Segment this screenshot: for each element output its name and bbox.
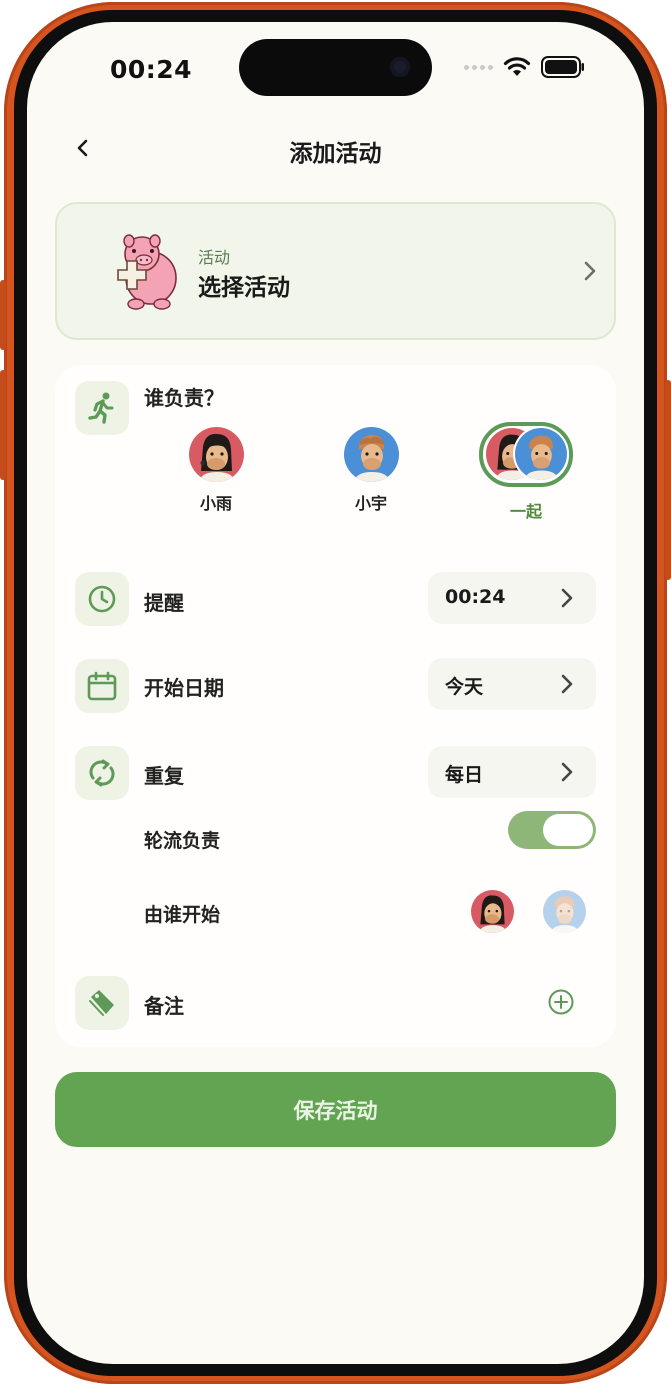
avatar-boy <box>343 427 399 482</box>
rotation-label: 轮流负责 <box>144 830 221 852</box>
app-screen: 00:24 添加活动 活动 选择活动 谁负责？ 小雨 小宇 一起 提醒 00:2… <box>27 22 644 1364</box>
wifi-icon <box>503 57 531 76</box>
repeat-label: 重复 <box>144 764 184 788</box>
notes-icon-box <box>75 976 129 1030</box>
reminder-time-picker[interactable]: 00:24 <box>428 572 596 624</box>
running-person-icon <box>88 392 114 424</box>
chevron-right-icon <box>561 588 573 608</box>
responsible-option-xiaoyu-boy[interactable]: 小宇 <box>321 427 421 514</box>
toggle-knob <box>543 814 593 846</box>
avatar-boy <box>515 428 567 480</box>
page-title: 添加活动 <box>289 141 382 167</box>
notes-label: 备注 <box>144 994 184 1018</box>
reminder-icon-box <box>75 572 129 626</box>
add-note-plus-icon[interactable] <box>547 988 575 1016</box>
reminder-value: 00:24 <box>445 586 506 608</box>
chevron-right-icon <box>561 762 573 782</box>
responsible-question: 谁负责？ <box>144 386 224 410</box>
dynamic-island <box>239 39 432 96</box>
who-starts-boy-avatar[interactable] <box>543 890 586 933</box>
option-name: 小宇 <box>354 494 387 513</box>
cellular-signal-icon <box>464 64 493 70</box>
volume-down-button <box>0 370 6 480</box>
repeat-arrows-icon <box>89 759 115 787</box>
volume-up-button <box>0 280 6 350</box>
option-name: 小雨 <box>199 494 232 513</box>
power-button <box>665 380 671 580</box>
activity-label: 活动 <box>198 248 231 267</box>
who-starts-girl-avatar[interactable] <box>471 890 514 933</box>
option-name-selected: 一起 <box>509 502 542 521</box>
select-activity-card[interactable]: 活动 选择活动 <box>55 202 616 340</box>
chevron-right-icon <box>584 261 596 281</box>
reminder-label: 提醒 <box>144 591 184 615</box>
start-date-icon-box <box>75 659 129 713</box>
start-date-label: 开始日期 <box>144 676 224 700</box>
battery-icon <box>541 56 584 78</box>
tag-icon <box>89 990 114 1016</box>
camera-icon <box>390 57 410 77</box>
status-time: 00:24 <box>110 55 193 84</box>
responsible-option-together[interactable]: 一起 <box>476 422 576 522</box>
chevron-right-icon <box>561 674 573 694</box>
rotation-toggle[interactable] <box>508 811 596 849</box>
together-avatars <box>479 422 573 487</box>
activity-value: 选择活动 <box>198 275 290 301</box>
responsible-option-xiaoyu-girl[interactable]: 小雨 <box>166 427 266 514</box>
start-date-value: 今天 <box>445 676 484 698</box>
status-indicators <box>464 56 585 78</box>
save-activity-button[interactable]: 保存活动 <box>55 1072 616 1147</box>
repeat-icon-box <box>75 746 129 800</box>
calendar-icon <box>87 671 117 701</box>
responsible-icon-box <box>75 381 129 435</box>
repeat-picker[interactable]: 每日 <box>428 746 596 798</box>
who-starts-label: 由谁开始 <box>144 904 221 926</box>
clock-icon <box>88 585 116 613</box>
pig-mascot-icon <box>117 234 177 310</box>
start-date-picker[interactable]: 今天 <box>428 658 596 710</box>
avatar-girl <box>188 427 244 482</box>
repeat-value: 每日 <box>445 764 484 786</box>
